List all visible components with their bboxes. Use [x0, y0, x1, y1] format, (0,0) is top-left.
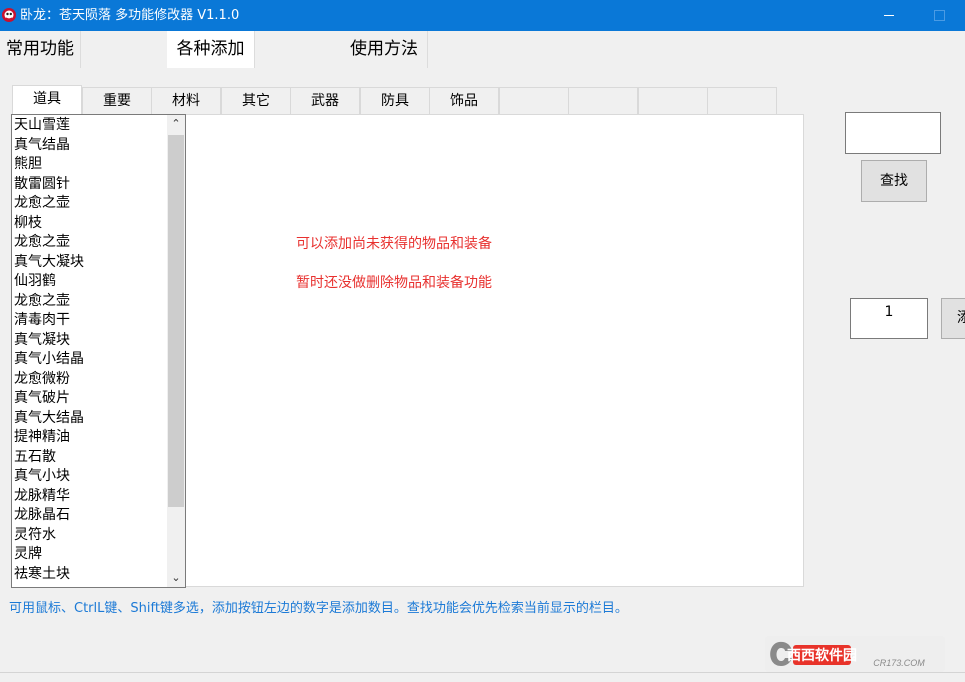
list-item[interactable]: 真气凝块 [12, 331, 167, 351]
subtab-empty-3[interactable] [638, 87, 708, 114]
list-item[interactable]: 真气破片 [12, 389, 167, 409]
minimize-icon[interactable] [876, 0, 902, 31]
usage-hint: 可用鼠标、CtrlL键、Shift键多选，添加按钮左边的数字是添加数目。查找功能… [9, 601, 628, 616]
list-item[interactable]: 龙脉精华 [12, 487, 167, 507]
list-item[interactable]: 散雷圆针 [12, 175, 167, 195]
list-scrollbar[interactable]: ⌃ ⌄ [167, 115, 185, 587]
window-title: 卧龙：苍天陨落 多功能修改器 V1.1.0 [20, 8, 240, 23]
list-item[interactable]: 灵牌 [12, 545, 167, 565]
app-logo-icon [2, 8, 16, 22]
subtab-empty-4[interactable] [707, 87, 777, 114]
list-item[interactable]: 龙愈之壶 [12, 292, 167, 312]
list-item[interactable]: 真气大凝块 [12, 253, 167, 273]
subtab-armor[interactable]: 防具 [360, 87, 430, 114]
scroll-thumb[interactable] [168, 135, 184, 507]
list-item[interactable]: 柳枝 [12, 214, 167, 234]
subtab-empty-2[interactable] [568, 87, 638, 114]
list-item[interactable]: 提神精油 [12, 428, 167, 448]
list-item[interactable]: 龙愈之壶 [12, 233, 167, 253]
maximize-icon[interactable] [926, 0, 952, 31]
bottom-divider [0, 672, 965, 673]
list-item[interactable]: 熊胆 [12, 155, 167, 175]
subtab-other[interactable]: 其它 [221, 87, 291, 114]
subtab-weapons[interactable]: 武器 [290, 87, 360, 114]
list-item[interactable]: 祛寒土块 [12, 565, 167, 585]
list-item[interactable]: 仙羽鹤 [12, 272, 167, 292]
list-item[interactable]: 真气小块 [12, 467, 167, 487]
title-bar: 卧龙：苍天陨落 多功能修改器 V1.1.0 [0, 0, 965, 31]
list-item[interactable]: 真气大结晶 [12, 409, 167, 429]
tab-common-functions[interactable]: 常用功能 [0, 31, 81, 68]
svg-text:西西软件园: 西西软件园 [787, 647, 857, 663]
subtab-items[interactable]: 道具 [12, 85, 82, 114]
note-no-delete: 暂时还没做删除物品和装备功能 [296, 275, 492, 291]
list-item[interactable]: 真气结晶 [12, 136, 167, 156]
watermark-logo: 西西软件园 CR173.COM [765, 636, 945, 672]
list-item[interactable]: 龙脉晶石 [12, 506, 167, 526]
subtab-accessories[interactable]: 饰品 [429, 87, 499, 114]
note-add-items: 可以添加尚未获得的物品和装备 [296, 236, 492, 252]
subtab-empty-1[interactable] [499, 87, 569, 114]
list-item[interactable]: 五石散 [12, 448, 167, 468]
list-item[interactable]: 真气小结晶 [12, 350, 167, 370]
search-button[interactable]: 查找 [861, 160, 927, 202]
search-input[interactable] [845, 112, 941, 154]
list-item[interactable]: 清毒肉干 [12, 311, 167, 331]
scroll-up-icon[interactable]: ⌃ [167, 115, 185, 133]
list-item[interactable]: 龙愈微粉 [12, 370, 167, 390]
tab-various-add[interactable]: 各种添加 [167, 31, 255, 68]
scroll-down-icon[interactable]: ⌄ [167, 569, 185, 587]
subtab-materials[interactable]: 材料 [151, 87, 221, 114]
item-list: 天山雪莲 真气结晶 熊胆 散雷圆针 龙愈之壶 柳枝 龙愈之壶 真气大凝块 仙羽鹤 龙愈之壶 清毒肉干… [12, 116, 167, 584]
list-item[interactable]: 灵符水 [12, 526, 167, 546]
list-item[interactable]: 龙愈之壶 [12, 194, 167, 214]
item-listbox[interactable]: 天山雪莲 真气结晶 熊胆 散雷圆针 龙愈之壶 柳枝 龙愈之壶 真气大凝块 仙羽鹤 龙愈之壶 清毒肉干… [11, 114, 186, 588]
svg-text:CR173.COM: CR173.COM [873, 658, 925, 668]
add-button[interactable]: 添 [941, 298, 965, 339]
quantity-input[interactable]: 1 [850, 298, 928, 339]
subtab-important[interactable]: 重要 [82, 87, 152, 114]
tab-usage-instructions[interactable]: 使用方法 [341, 31, 428, 68]
list-item[interactable]: 天山雪莲 [12, 116, 167, 136]
